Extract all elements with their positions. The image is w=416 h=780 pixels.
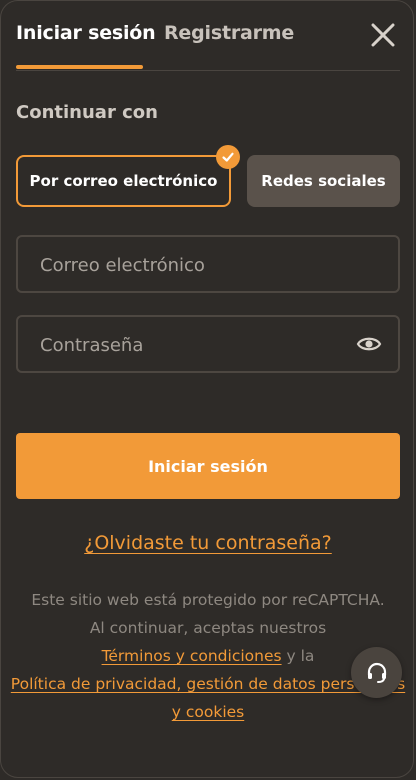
forgot-password-link[interactable]: ¿Olvidaste tu contraseña? — [0, 532, 416, 554]
check-icon — [216, 145, 240, 169]
auth-tabs: Iniciar sesión Registrarme — [16, 18, 400, 70]
tab-register[interactable]: Registrarme — [164, 22, 294, 44]
terms-link[interactable]: Términos y condiciones — [102, 647, 282, 665]
email-field[interactable] — [38, 237, 342, 293]
close-icon[interactable] — [366, 18, 400, 52]
continue-with-label: Continuar con — [16, 102, 158, 123]
password-field-wrapper — [16, 315, 400, 373]
recaptcha-text: Este sitio web está protegido por reCAPT… — [31, 591, 385, 609]
legal-notice: Este sitio web está protegido por reCAPT… — [10, 586, 406, 726]
eye-icon[interactable] — [356, 331, 382, 357]
tabs-divider — [16, 70, 400, 71]
headset-icon[interactable] — [351, 647, 402, 698]
login-submit-button[interactable]: Iniciar sesión — [16, 433, 400, 499]
tab-login[interactable]: Iniciar sesión — [16, 22, 156, 44]
email-field-wrapper — [16, 235, 400, 293]
password-field[interactable] — [38, 317, 342, 373]
active-tab-indicator — [16, 65, 143, 69]
continue-accept-text: Al continuar, aceptas nuestros — [89, 619, 327, 637]
email-option-button[interactable]: Por correo electrónico — [16, 155, 231, 207]
privacy-link[interactable]: Política de privacidad, gestión de datos… — [11, 675, 405, 721]
social-option-button[interactable]: Redes sociales — [247, 155, 400, 207]
and-text: y la — [286, 647, 315, 665]
